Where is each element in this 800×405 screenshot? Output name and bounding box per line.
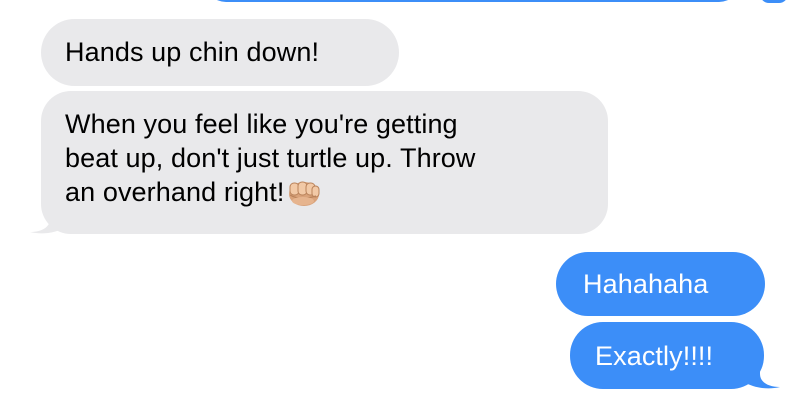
bubble-tail	[744, 360, 780, 389]
message-bubble-sent[interactable]: Hahahaha	[556, 252, 765, 316]
oncoming-fist-icon	[286, 177, 320, 215]
message-text-line: beat up, don't just turtle up. Throw	[65, 143, 476, 173]
message-text: Exactly!!!!	[595, 341, 714, 371]
bubble-tail	[760, 0, 788, 3]
message-text: Hahahaha	[583, 269, 709, 299]
message-text-line: When you feel like you're getting	[65, 109, 458, 139]
message-bubble-sent[interactable]: Exactly!!!!	[570, 322, 764, 389]
message-text: Hands up chin down!	[65, 37, 320, 67]
bubble-tail	[30, 205, 66, 234]
message-bubble-received[interactable]: Hands up chin down!	[41, 19, 399, 86]
message-text-line: an overhand right!	[65, 177, 285, 207]
message-bubble-received[interactable]: When you feel like you're getting beat u…	[41, 91, 608, 234]
message-bubble-partial[interactable]	[205, 0, 740, 2]
